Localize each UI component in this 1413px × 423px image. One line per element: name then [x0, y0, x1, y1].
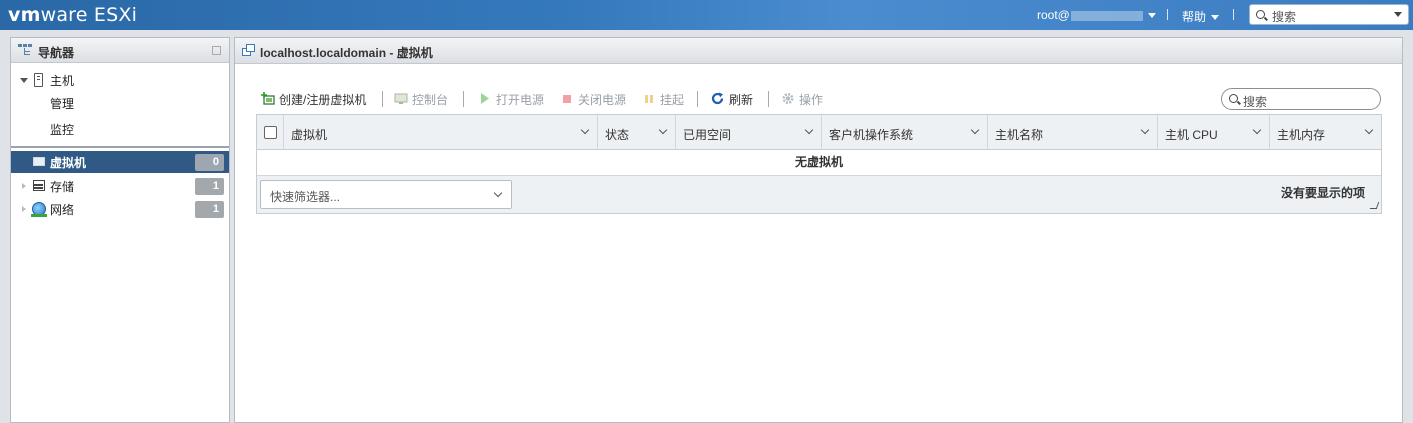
stop-icon — [560, 92, 574, 105]
divider — [11, 146, 229, 148]
expand-arrow-icon[interactable] — [22, 206, 26, 212]
select-all-checkbox[interactable] — [264, 126, 277, 139]
collapse-icon[interactable] — [212, 46, 221, 55]
play-icon — [478, 92, 492, 105]
count-badge: 1 — [195, 201, 224, 218]
create-register-vm-button[interactable]: 创建/注册虚拟机 — [261, 90, 373, 108]
host-icon — [34, 73, 43, 87]
expand-arrow-icon[interactable] — [22, 183, 26, 189]
global-search-input[interactable]: 搜索 — [1249, 4, 1409, 25]
column-header-status[interactable]: 状态 — [598, 115, 676, 150]
column-header-host-name[interactable]: 主机名称 — [988, 115, 1158, 150]
search-icon — [1229, 94, 1238, 103]
user-label: root@ — [1037, 8, 1070, 22]
refresh-button[interactable]: 刷新 — [711, 90, 761, 108]
nav-item-label: 虚拟机 — [50, 156, 87, 170]
navigator-panel: 导航器 主机 管理 监控 虚拟机 0 存储 1 网络 1 — [10, 37, 230, 423]
storage-icon — [33, 180, 45, 191]
toolbar-divider — [463, 91, 464, 107]
console-button[interactable]: 控制台 — [394, 90, 454, 108]
column-header-used-space[interactable]: 已用空间 — [676, 115, 822, 150]
chevron-down-icon — [1364, 125, 1374, 135]
console-icon — [394, 92, 408, 105]
top-bar: vmware ESXi root@ 帮助 搜索 — [0, 0, 1413, 30]
main-header: localhost.localdomain - 虚拟机 — [235, 38, 1402, 64]
masked-host-address — [1070, 10, 1143, 21]
page-title: localhost.localdomain - 虚拟机 — [260, 46, 433, 60]
nav-item-label: 主机 — [50, 74, 75, 88]
nav-item-virtual-machines[interactable]: 虚拟机 0 — [11, 151, 229, 173]
chevron-down-icon — [1140, 125, 1150, 135]
column-header-host-cpu[interactable]: 主机 CPU — [1158, 115, 1270, 150]
navigator-header: 导航器 — [11, 38, 229, 63]
search-placeholder: 搜索 — [1272, 10, 1297, 24]
nav-item-label: 网络 — [50, 203, 75, 217]
chevron-down-icon — [804, 125, 814, 135]
chevron-down-icon — [658, 125, 668, 135]
quick-filter-select[interactable]: 快速筛选器... — [260, 180, 512, 209]
column-header-host-memory[interactable]: 主机内存 — [1270, 115, 1381, 150]
item-count-label: 没有要显示的项 — [1280, 186, 1365, 200]
search-icon — [1256, 10, 1265, 19]
search-placeholder: 搜索 — [1243, 95, 1268, 109]
column-header-vm[interactable]: 虚拟机 — [284, 115, 598, 150]
vm-icon — [33, 157, 45, 166]
navigator-icon — [18, 44, 33, 56]
nav-item-label: 管理 — [50, 97, 75, 111]
nav-item-network[interactable]: 网络 1 — [11, 198, 229, 220]
refresh-icon — [711, 92, 725, 105]
main-panel: localhost.localdomain - 虚拟机 创建/注册虚拟机 控制台… — [234, 37, 1403, 423]
navigator-title: 导航器 — [38, 46, 75, 60]
network-globe-icon — [31, 202, 47, 217]
toolbar-divider — [768, 91, 769, 107]
vm-table: 虚拟机 状态 已用空间 客户机操作系统 主机名称 主机 CPU 主机内存 无虚拟… — [256, 114, 1382, 214]
user-menu[interactable]: root@ — [1037, 8, 1156, 22]
toolbar-divider — [697, 91, 698, 107]
count-badge: 0 — [195, 154, 224, 171]
gear-icon — [781, 92, 795, 105]
actions-button[interactable]: 操作 — [781, 90, 831, 108]
chevron-down-icon[interactable] — [1394, 12, 1402, 17]
virtual-machines-icon — [242, 44, 256, 57]
suspend-button[interactable]: 挂起 — [642, 90, 690, 108]
empty-message: 无虚拟机 — [257, 150, 1381, 176]
help-menu[interactable]: 帮助 — [1182, 8, 1220, 25]
resize-grip-icon[interactable] — [1369, 202, 1380, 209]
select-all-column — [257, 115, 284, 150]
table-footer: 快速筛选器... 没有要显示的项 — [257, 176, 1381, 213]
chevron-down-icon — [1147, 13, 1156, 19]
nav-item-label: 监控 — [50, 123, 75, 137]
power-off-button[interactable]: 关闭电源 — [560, 90, 630, 108]
expand-arrow-icon[interactable] — [20, 78, 28, 83]
chevron-down-icon — [493, 188, 503, 198]
toolbar-divider — [382, 91, 383, 107]
vmware-esxi-logo: vmware ESXi — [8, 4, 138, 26]
divider — [1167, 9, 1168, 20]
column-header-guest-os[interactable]: 客户机操作系统 — [822, 115, 988, 150]
power-on-button[interactable]: 打开电源 — [478, 90, 548, 108]
create-vm-icon — [261, 92, 275, 105]
nav-item-storage[interactable]: 存储 1 — [11, 175, 229, 197]
pause-icon — [642, 92, 656, 105]
nav-item-manage[interactable]: 管理 — [11, 92, 229, 114]
chevron-down-icon — [970, 125, 980, 135]
chevron-down-icon — [1211, 15, 1220, 21]
table-header: 虚拟机 状态 已用空间 客户机操作系统 主机名称 主机 CPU 主机内存 — [257, 115, 1381, 150]
help-label: 帮助 — [1182, 10, 1207, 24]
count-badge: 1 — [195, 178, 224, 195]
chevron-down-icon — [580, 125, 590, 135]
chevron-down-icon — [1252, 125, 1262, 135]
vm-search-input[interactable]: 搜索 — [1221, 88, 1381, 110]
nav-item-host[interactable]: 主机 — [11, 69, 229, 91]
divider — [1233, 9, 1234, 20]
nav-item-label: 存储 — [50, 180, 75, 194]
nav-item-monitor[interactable]: 监控 — [11, 118, 229, 140]
